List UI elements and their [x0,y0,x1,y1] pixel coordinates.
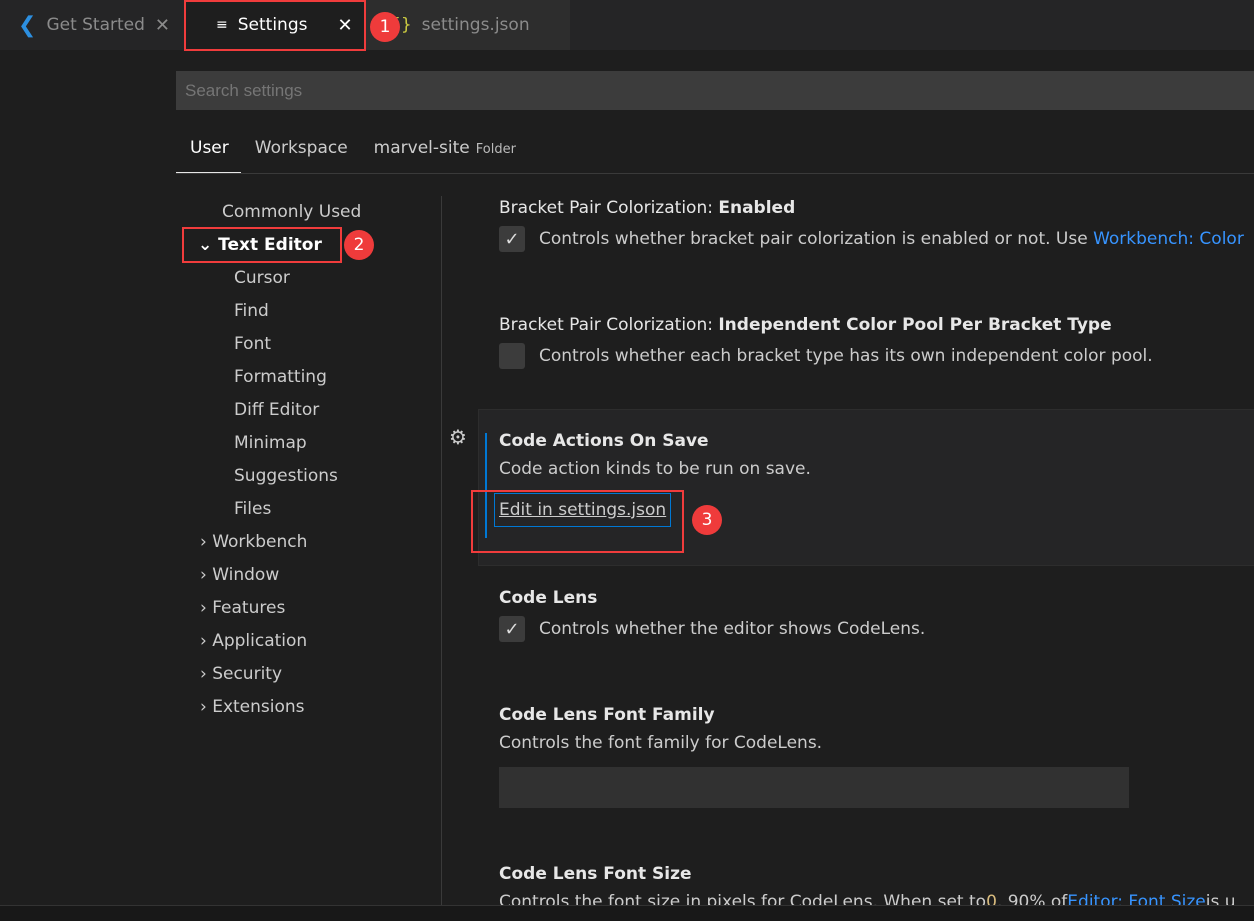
search-input[interactable] [176,71,1254,110]
toc-files[interactable]: Files [176,493,441,526]
toc-font[interactable]: Font [176,328,441,361]
toc-security[interactable]: › Security [176,658,441,691]
toc-application[interactable]: › Application [176,625,441,658]
setting-bracket-pair-independent: Bracket Pair Colorization: Independent C… [499,315,1254,369]
toc-minimap[interactable]: Minimap [176,427,441,460]
link[interactable]: Editor: Font Size [1067,892,1205,905]
setting-code-lens-font-family: Code Lens Font Family Controls the font … [499,705,1254,808]
toc-extensions[interactable]: › Extensions [176,691,441,724]
annotation-number: 1 [370,12,400,42]
tab-get-started[interactable]: ❮ Get Started ✕ [0,0,184,50]
link[interactable]: Workbench: Color [1093,229,1244,249]
chevron-right-icon: › [200,565,213,585]
toc-diff-editor[interactable]: Diff Editor [176,394,441,427]
status-bar [0,905,1254,921]
annotation-box [182,227,342,263]
setting-code-lens-font-size: Code Lens Font Size Controls the font si… [499,864,1254,905]
setting-code-lens: Code Lens ✓ Controls whether the editor s… [499,588,1254,642]
chevron-right-icon: › [200,664,213,684]
checkbox[interactable]: ✓ [499,616,525,642]
toc-commonly-used[interactable]: Commonly Used [176,196,441,229]
scope-tabs: User Workspace marvel-site Folder [176,136,1254,174]
chevron-right-icon: › [200,631,213,651]
tab-user[interactable]: User [176,136,241,173]
toc-features[interactable]: › Features [176,592,441,625]
toc-suggestions[interactable]: Suggestions [176,460,441,493]
chevron-right-icon: › [200,532,213,552]
setting-bracket-pair-enabled: Bracket Pair Colorization: Enabled ✓ Cont… [499,198,1254,252]
tab-workspace[interactable]: Workspace [241,136,360,173]
close-icon[interactable]: ✕ [155,15,170,36]
vscode-logo-icon: ❮ [18,12,37,38]
annotation-number: 2 [344,230,374,260]
toc-formatting[interactable]: Formatting [176,361,441,394]
checkbox[interactable]: ✓ [499,226,525,252]
toc-cursor[interactable]: Cursor [176,262,441,295]
font-family-input[interactable] [499,767,1129,808]
annotation-box [471,490,684,553]
toc-find[interactable]: Find [176,295,441,328]
chevron-right-icon: › [200,697,213,717]
settings-toc: Commonly Used ⌄ Text Editor Cursor Find … [176,196,441,724]
toc-workbench[interactable]: › Workbench [176,526,441,559]
checkbox[interactable] [499,343,525,369]
annotation-number: 3 [692,505,722,535]
annotation-box [184,0,366,51]
toc-window[interactable]: › Window [176,559,441,592]
chevron-right-icon: › [200,598,213,618]
tab-folder[interactable]: marvel-site Folder [360,136,528,173]
gear-icon[interactable]: ⚙ [449,425,467,449]
